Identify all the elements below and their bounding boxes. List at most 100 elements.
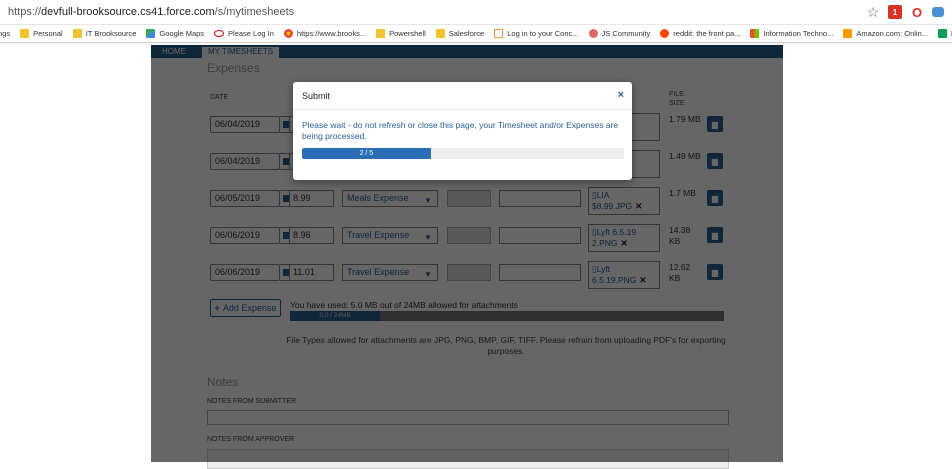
tab-home[interactable]: HOME xyxy=(156,47,192,58)
add-expense-button[interactable]: + Add Expense xyxy=(210,299,281,317)
progress-bar: 2 / 5 xyxy=(302,148,624,159)
attachment-box[interactable]: ▯Lyft 6.5.19 2.PNG ✕ xyxy=(588,224,660,252)
date-input[interactable]: 06/06/2019 xyxy=(210,264,280,281)
ms-icon xyxy=(750,29,760,38)
bookmark-item[interactable]: Amazon.com: Onlin... xyxy=(843,29,928,38)
browser-chrome: https://devfull-brooksource.cs41.force.c… xyxy=(0,0,952,45)
expense-row: 06/06/2019 11.01 Travel Expense ▼ ▯Lyft 6.5.… xyxy=(210,261,730,289)
expense-type-select[interactable]: Travel Expense ▼ xyxy=(342,227,438,244)
delete-row-button[interactable]: ▆ xyxy=(707,264,723,280)
expense-type-select[interactable]: Travel Expense ▼ xyxy=(342,264,438,281)
plus-icon: + xyxy=(214,303,220,313)
bookmark-item[interactable]: Information Techno... xyxy=(750,29,833,38)
folder-icon xyxy=(435,29,445,38)
description-input[interactable] xyxy=(499,264,581,281)
attachment-name[interactable]: Lyft 6.5.19 2.PNG xyxy=(592,227,636,248)
date-input[interactable]: 06/05/2019 xyxy=(210,190,280,207)
bookmark-item[interactable]: Personal xyxy=(20,29,63,38)
reddit-icon xyxy=(660,29,670,38)
extension-o-icon[interactable]: O xyxy=(910,5,924,20)
remove-attachment-icon[interactable]: ✕ xyxy=(639,275,646,285)
trash-icon: ▆ xyxy=(711,156,719,166)
remove-attachment-icon[interactable]: ✕ xyxy=(635,201,642,211)
attachment-usage-text: You have used: 5.0 MB out of 24MB allowe… xyxy=(290,300,518,310)
attachment-usage-fill: 5.0 / 24MB xyxy=(290,311,381,321)
delete-row-button[interactable]: ▆ xyxy=(707,227,723,243)
column-date-header: DATE xyxy=(210,94,229,101)
delete-row-button[interactable]: ▆ xyxy=(707,190,723,206)
notes-submitter-label: NOTES FROM SUBMITTER xyxy=(207,398,297,405)
bookmark-label: Please Log In xyxy=(228,29,274,38)
extension-chat-icon[interactable] xyxy=(932,7,944,17)
ring-icon xyxy=(214,30,225,37)
bookmark-item[interactable]: Please Log In xyxy=(214,29,274,38)
bookmark-item[interactable]: Powershell xyxy=(376,29,426,38)
url-text[interactable]: https://devfull-brooksource.cs41.force.c… xyxy=(8,6,294,18)
expenses-heading: Expenses xyxy=(207,61,260,75)
expense-type-value: Travel Expense xyxy=(347,230,410,240)
extension-red-icon[interactable]: 1 xyxy=(888,5,902,19)
folder-icon xyxy=(20,29,30,38)
bookmark-item[interactable]: Google Maps xyxy=(146,29,204,38)
bookmark-label: ngs xyxy=(0,29,11,38)
trash-icon: ▆ xyxy=(711,230,719,240)
bookmark-star-icon[interactable]: ☆ xyxy=(866,4,880,20)
modal-title: Submit xyxy=(302,91,331,101)
bookmark-label: Amazon.com: Onlin... xyxy=(856,29,929,38)
caret-down-icon: ▼ xyxy=(424,196,432,205)
tab-my-timesheets[interactable]: MY TIMESHEETS xyxy=(202,47,280,58)
expense-row: 06/05/2019 8.99 Meals Expense ▼ ▯LIA $8.99.J… xyxy=(210,187,730,215)
expense-type-value: Meals Expense xyxy=(347,193,409,203)
bookmark-item[interactable]: ngs xyxy=(0,29,10,38)
expense-type-value: Travel Expense xyxy=(347,267,410,277)
bookmark-label: reddit: the front pa... xyxy=(673,29,741,38)
attachment-name[interactable]: LIA $8.99.JPG xyxy=(592,190,632,211)
attachment-box[interactable]: ▯LIA $8.99.JPG ✕ xyxy=(588,187,660,215)
bookmark-label: Salesforce xyxy=(448,29,485,38)
amount-input[interactable]: 8.99 xyxy=(289,190,334,207)
delete-row-button[interactable]: ▆ xyxy=(707,116,723,132)
description-input[interactable] xyxy=(499,227,581,244)
amount-input[interactable]: 11.01 xyxy=(289,264,334,281)
description-input[interactable] xyxy=(499,190,581,207)
file-size: 1.7 MB xyxy=(669,188,696,198)
expense-row: 06/06/2019 8.96 Travel Expense ▼ ▯Lyft 6.5.1… xyxy=(210,224,730,252)
modal-header: Submit × xyxy=(293,82,632,110)
bookmark-item[interactable]: Brooksource-Com... xyxy=(938,29,952,38)
bs-icon xyxy=(938,29,948,38)
bookmarks-bar: ngs Personal IT Brooksource Google Maps Plea… xyxy=(0,25,952,43)
bookmark-label: Personal xyxy=(33,29,63,38)
caret-down-icon: ▼ xyxy=(424,233,432,242)
bookmark-item[interactable]: reddit: the front pa... xyxy=(660,29,740,38)
bookmark-label: https://www.brooks... xyxy=(296,29,367,38)
bookmark-item[interactable]: IT Brooksource xyxy=(72,29,136,38)
chrome-icon xyxy=(283,29,293,38)
bookmark-item[interactable]: https://www.brooks... xyxy=(283,29,367,38)
expense-type-select[interactable]: Meals Expense ▼ xyxy=(342,190,438,207)
bookmark-item[interactable]: Log in to your Conc... xyxy=(494,29,579,38)
top-nav: HOME MY TIMESHEETS xyxy=(151,45,783,58)
attachment-box[interactable]: ▯Lyft 6.5.19.PNG ✕ xyxy=(588,261,660,289)
progress-fill: 2 / 5 xyxy=(302,148,431,159)
amount-input[interactable]: 8.96 xyxy=(289,227,334,244)
date-input[interactable]: 06/04/2019 xyxy=(210,116,280,133)
bookmark-item[interactable]: JS Community xyxy=(588,29,650,38)
modal-message: Please wait - do not refresh or close th… xyxy=(302,120,619,141)
notes-submitter-input[interactable] xyxy=(207,410,729,425)
date-input[interactable]: 06/04/2019 xyxy=(210,153,280,170)
notes-approver-input xyxy=(207,449,729,469)
address-bar[interactable]: https://devfull-brooksource.cs41.force.c… xyxy=(0,0,952,25)
file-types-note: File Types allowed for attachments are J… xyxy=(286,335,726,356)
close-icon[interactable]: × xyxy=(618,89,624,101)
sf-icon xyxy=(494,29,504,38)
delete-row-button[interactable]: ▆ xyxy=(707,153,723,169)
folder-icon xyxy=(72,29,82,38)
notes-heading: Notes xyxy=(207,375,239,389)
file-size: 1.79 MB xyxy=(669,114,701,124)
remove-attachment-icon[interactable]: ✕ xyxy=(621,238,628,248)
date-input[interactable]: 06/06/2019 xyxy=(210,227,280,244)
bookmark-item[interactable]: Salesforce xyxy=(435,29,485,38)
attachment-name[interactable]: Lyft 6.5.19.PNG xyxy=(592,264,636,285)
caret-down-icon: ▼ xyxy=(424,270,432,279)
js-icon xyxy=(588,29,598,38)
